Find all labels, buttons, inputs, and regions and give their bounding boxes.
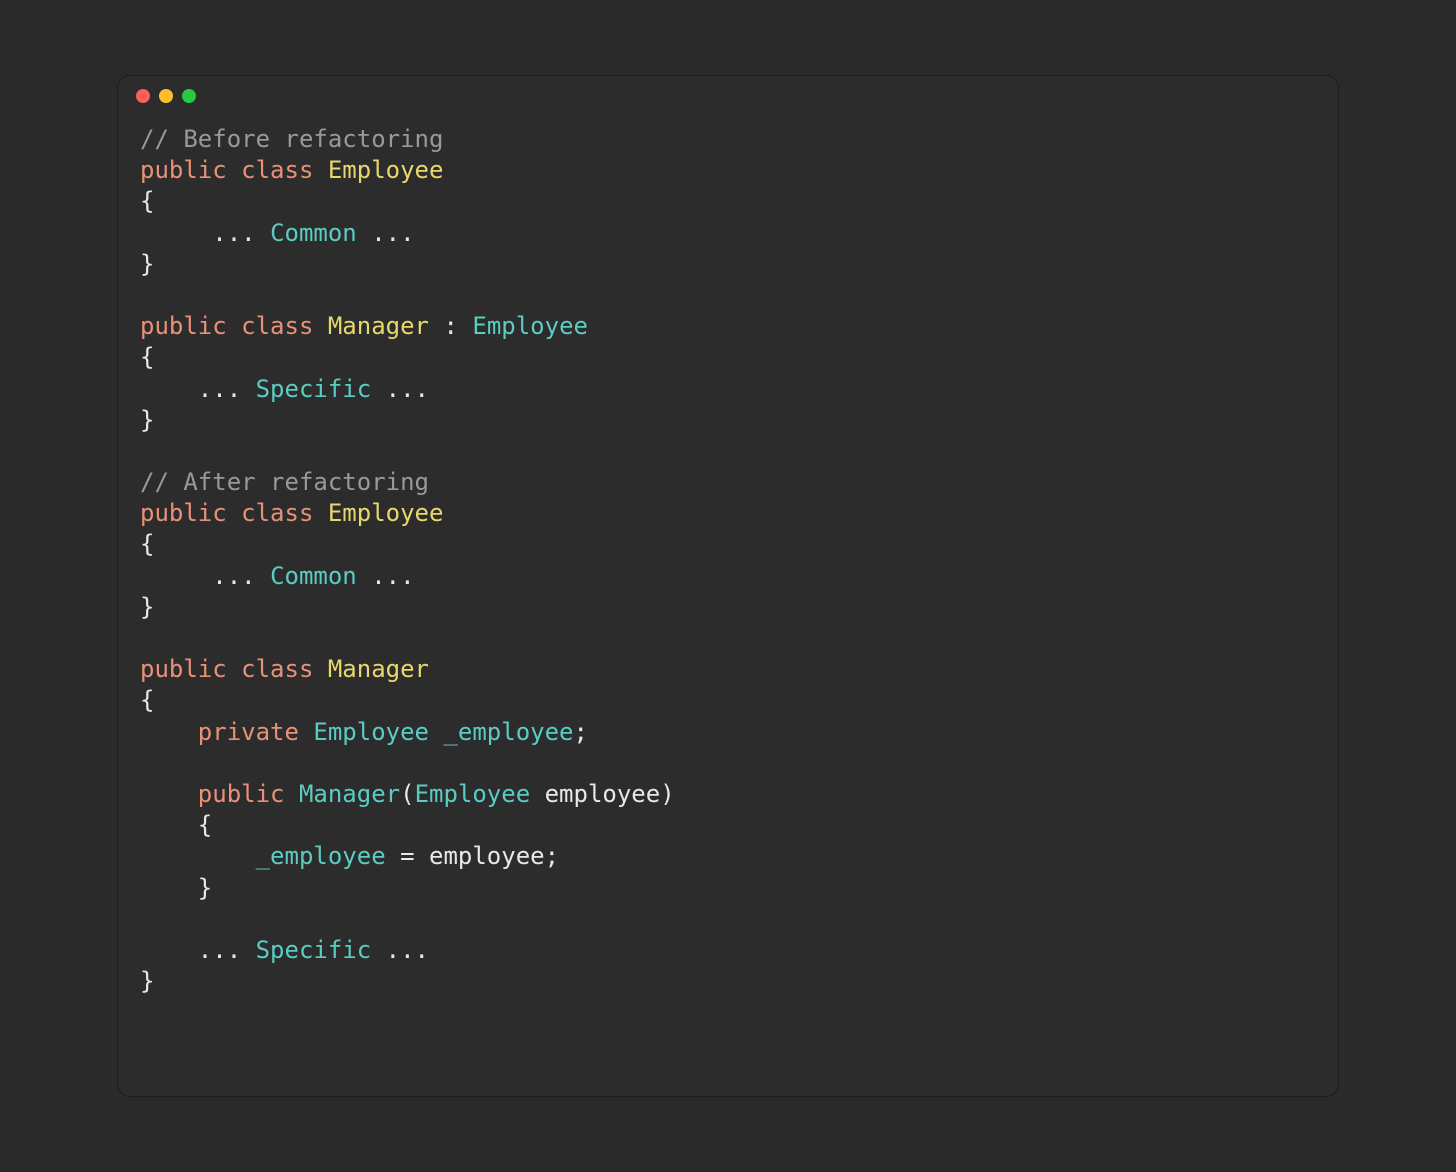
keyword-public: public [140,156,227,184]
code-content: // Before refactoring public class Emplo… [118,116,1338,1019]
ellipsis: ... [212,562,255,590]
keyword-public: public [140,499,227,527]
identifier: Common [270,219,357,247]
identifier: Specific [256,936,372,964]
ellipsis: ... [198,936,241,964]
param-name: employee [545,780,661,808]
ctor-name: Manager [299,780,400,808]
type: Employee [313,718,429,746]
keyword-class: class [241,499,313,527]
keyword-public: public [140,655,227,683]
brace-open: { [140,187,154,215]
semicolon: ; [545,842,559,870]
keyword-public: public [198,780,285,808]
param-type: Employee [415,780,531,808]
semicolon: ; [574,718,588,746]
ellipsis: ... [386,375,429,403]
ellipsis: ... [386,936,429,964]
colon: : [443,312,457,340]
keyword-class: class [241,655,313,683]
comment-line: // Before refactoring [140,125,443,153]
brace-open: { [140,530,154,558]
identifier: Specific [256,375,372,403]
maximize-icon[interactable] [182,89,196,103]
ellipsis: ... [371,562,414,590]
brace-close: } [198,874,212,902]
keyword-class: class [241,156,313,184]
base-type: Employee [472,312,588,340]
ellipsis: ... [198,375,241,403]
keyword-private: private [198,718,299,746]
assign-rhs: employee [429,842,545,870]
ellipsis: ... [371,219,414,247]
keyword-class: class [241,312,313,340]
paren-open: ( [400,780,414,808]
ellipsis: ... [212,219,255,247]
brace-close: } [140,967,154,995]
minimize-icon[interactable] [159,89,173,103]
brace-close: } [140,593,154,621]
class-name: Manager [328,312,429,340]
close-icon[interactable] [136,89,150,103]
brace-open: { [198,811,212,839]
window-titlebar [118,76,1338,116]
paren-close: ) [660,780,674,808]
keyword-public: public [140,312,227,340]
equals: = [400,842,414,870]
comment-line: // After refactoring [140,468,429,496]
brace-open: { [140,343,154,371]
class-name: Manager [328,655,429,683]
brace-close: } [140,250,154,278]
field: _employee [443,718,573,746]
assign-lhs: _employee [256,842,386,870]
brace-open: { [140,686,154,714]
code-window: // Before refactoring public class Emplo… [118,76,1338,1096]
class-name: Employee [328,156,444,184]
identifier: Common [270,562,357,590]
brace-close: } [140,406,154,434]
class-name: Employee [328,499,444,527]
